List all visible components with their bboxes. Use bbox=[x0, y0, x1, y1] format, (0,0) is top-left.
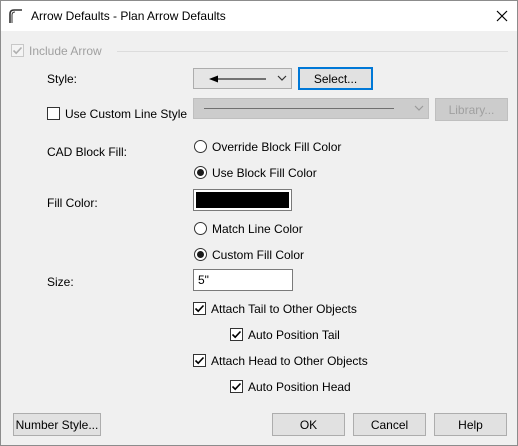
arrow-style-dropdown[interactable] bbox=[193, 68, 292, 89]
close-button[interactable] bbox=[489, 6, 515, 26]
auto-position-tail-label: Auto Position Tail bbox=[248, 328, 340, 342]
custom-line-style-checkbox[interactable] bbox=[47, 107, 60, 120]
size-label: Size: bbox=[47, 275, 74, 289]
fill-color-label: Fill Color: bbox=[47, 196, 98, 210]
size-input[interactable]: 5" bbox=[193, 269, 293, 291]
style-label: Style: bbox=[47, 72, 78, 86]
fill-color-sample bbox=[196, 192, 289, 208]
match-line-color-label: Match Line Color bbox=[212, 222, 303, 236]
line-preview bbox=[204, 108, 394, 109]
select-button[interactable]: Select... bbox=[298, 67, 373, 90]
override-block-fill-label: Override Block Fill Color bbox=[212, 140, 342, 154]
auto-position-head-checkbox[interactable] bbox=[230, 380, 243, 393]
auto-position-head-label: Auto Position Head bbox=[248, 380, 351, 394]
custom-fill-color-radio[interactable] bbox=[194, 248, 207, 261]
number-style-button[interactable]: Number Style... bbox=[13, 413, 101, 436]
include-arrow-checkbox[interactable] bbox=[11, 44, 24, 57]
close-icon bbox=[496, 10, 508, 22]
title-bar: Arrow Defaults - Plan Arrow Defaults bbox=[1, 1, 517, 31]
cad-block-fill-label: CAD Block Fill: bbox=[47, 145, 128, 159]
match-line-color-radio[interactable] bbox=[194, 222, 207, 235]
help-button[interactable]: Help bbox=[434, 413, 507, 436]
override-block-fill-radio[interactable] bbox=[194, 140, 207, 153]
attach-tail-checkbox[interactable] bbox=[193, 302, 206, 315]
app-icon bbox=[9, 9, 22, 23]
ok-button[interactable]: OK bbox=[272, 413, 345, 436]
library-button[interactable]: Library... bbox=[435, 98, 508, 121]
attach-tail-label: Attach Tail to Other Objects bbox=[211, 302, 357, 316]
fill-color-swatch[interactable] bbox=[193, 189, 292, 211]
checkmark-icon bbox=[194, 304, 205, 313]
custom-line-style-label: Use Custom Line Style bbox=[65, 107, 188, 121]
use-block-fill-label: Use Block Fill Color bbox=[212, 166, 317, 180]
line-style-dropdown[interactable] bbox=[193, 98, 429, 119]
use-block-fill-radio[interactable] bbox=[194, 166, 207, 179]
chevron-down-icon bbox=[277, 75, 287, 81]
attach-head-label: Attach Head to Other Objects bbox=[211, 354, 368, 368]
include-arrow-label: Include Arrow bbox=[29, 44, 102, 58]
group-divider bbox=[117, 51, 508, 52]
auto-position-tail-checkbox[interactable] bbox=[230, 328, 243, 341]
attach-head-checkbox[interactable] bbox=[193, 354, 206, 367]
chevron-down-icon bbox=[414, 105, 424, 111]
checkmark-icon bbox=[12, 46, 23, 55]
custom-fill-color-label: Custom Fill Color bbox=[212, 248, 305, 262]
checkmark-icon bbox=[231, 330, 242, 339]
checkmark-icon bbox=[231, 382, 242, 391]
checkmark-icon bbox=[194, 356, 205, 365]
dialog-window: Arrow Defaults - Plan Arrow Defaults Inc… bbox=[0, 0, 518, 446]
window-title: Arrow Defaults - Plan Arrow Defaults bbox=[31, 9, 226, 23]
arrow-preview-icon bbox=[209, 75, 266, 83]
cancel-button[interactable]: Cancel bbox=[353, 413, 426, 436]
